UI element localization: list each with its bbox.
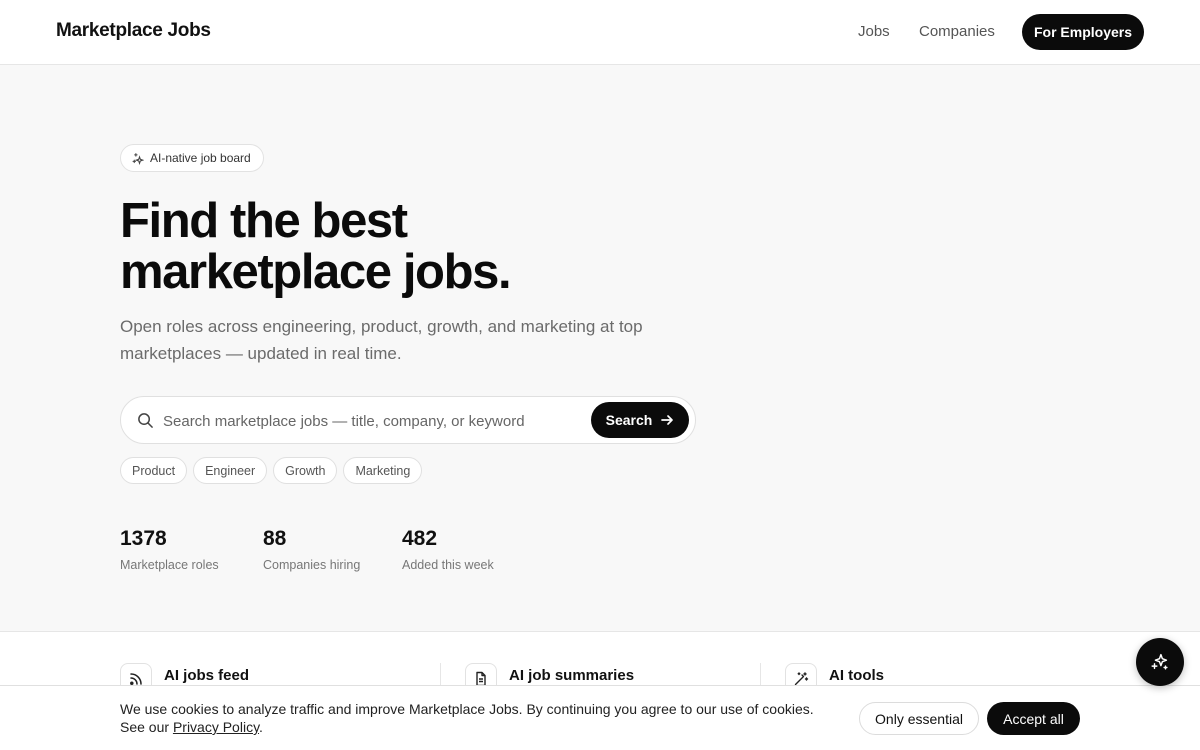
- search-input[interactable]: [163, 406, 583, 436]
- cookie-text: We use cookies to analyze traffic and im…: [120, 700, 840, 736]
- stat-label: Added this week: [402, 558, 494, 572]
- cookie-period: .: [259, 719, 263, 735]
- hero-section: AI-native job board Find the best market…: [0, 65, 1200, 631]
- headline-line-2: marketplace jobs.: [120, 245, 512, 299]
- stat-value: 88: [263, 527, 287, 550]
- category-chips: Product Engineer Growth Marketing: [120, 457, 423, 484]
- site-logo[interactable]: Marketplace Jobs: [56, 20, 211, 42]
- search-button-label: Search: [605, 412, 653, 428]
- ai-native-badge: AI-native job board: [120, 144, 264, 172]
- arrow-right-icon: [661, 415, 674, 425]
- sparkles-icon: [1151, 653, 1168, 670]
- chip-product[interactable]: Product: [120, 457, 188, 484]
- accept-all-button[interactable]: Accept all: [987, 702, 1080, 735]
- for-employers-button[interactable]: For Employers: [1022, 14, 1144, 50]
- only-essential-button[interactable]: Only essential: [859, 702, 979, 735]
- headline-line-1: Find the best: [120, 194, 408, 248]
- stat-label: Marketplace roles: [120, 558, 219, 572]
- ai-assistant-fab[interactable]: [1136, 638, 1184, 686]
- badge-label: AI-native job board: [150, 151, 251, 165]
- search-icon: [138, 413, 153, 428]
- stat-added-this-week: 482 Added this week: [402, 526, 494, 572]
- feature-title: AI job summaries: [509, 667, 635, 684]
- hero-headline: Find the best marketplace jobs.: [120, 196, 680, 298]
- nav-jobs-link[interactable]: Jobs: [858, 23, 890, 40]
- sparkles-icon: [132, 152, 144, 165]
- chip-engineer[interactable]: Engineer: [193, 457, 268, 484]
- feature-title: AI jobs feed: [164, 667, 250, 684]
- search-button[interactable]: Search: [591, 402, 689, 438]
- stat-marketplace-roles: 1378 Marketplace roles: [120, 526, 219, 572]
- stat-value: 1378: [120, 527, 167, 550]
- cookie-banner: We use cookies to analyze traffic and im…: [0, 685, 1200, 750]
- stat-value: 482: [402, 527, 438, 550]
- stat-label: Companies hiring: [263, 558, 361, 572]
- feature-title: AI tools: [829, 667, 884, 684]
- privacy-policy-link[interactable]: Privacy Policy: [173, 719, 259, 735]
- chip-marketing[interactable]: Marketing: [343, 457, 423, 484]
- top-navbar: Marketplace Jobs Jobs Companies For Empl…: [0, 0, 1200, 65]
- stat-companies-hiring: 88 Companies hiring: [263, 526, 360, 572]
- chip-growth[interactable]: Growth: [273, 457, 338, 484]
- search-bar: Search: [120, 396, 696, 444]
- hero-subtitle: Open roles across engineering, product, …: [120, 317, 643, 363]
- nav-companies-link[interactable]: Companies: [919, 23, 995, 40]
